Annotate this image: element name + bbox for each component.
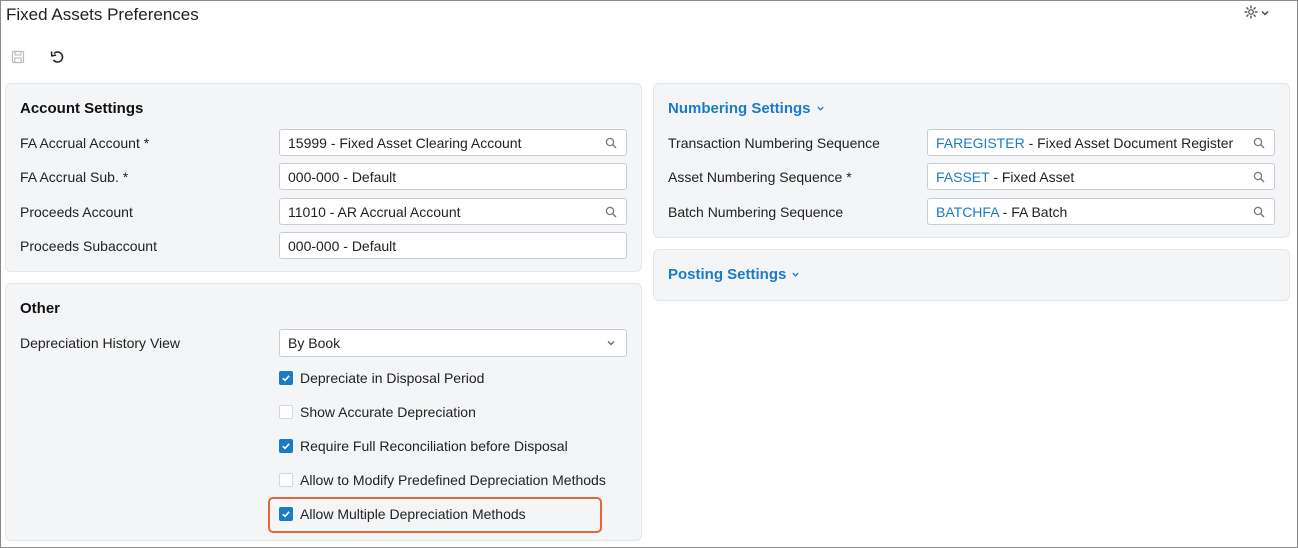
sequence-code-link[interactable]: BATCHFA bbox=[936, 204, 999, 220]
search-icon[interactable] bbox=[1252, 136, 1266, 150]
save-button[interactable] bbox=[7, 47, 29, 69]
show-accurate-depreciation-checkbox[interactable]: Show Accurate Depreciation bbox=[279, 404, 476, 420]
batch-numbering-sequence-field[interactable]: BATCHFA - FA Batch bbox=[927, 198, 1275, 225]
chevron-down-icon bbox=[1260, 5, 1270, 21]
proceeds-account-value: 11010 - AR Accrual Account bbox=[288, 203, 461, 220]
asset-numbering-sequence-label: Asset Numbering Sequence * bbox=[668, 169, 852, 185]
save-icon bbox=[11, 50, 25, 67]
depreciate-in-disposal-period-checkbox[interactable]: Depreciate in Disposal Period bbox=[279, 370, 484, 386]
batch-numbering-sequence-label: Batch Numbering Sequence bbox=[668, 204, 844, 220]
search-icon[interactable] bbox=[1252, 170, 1266, 184]
sequence-description: - Fixed Asset bbox=[989, 168, 1075, 185]
sequence-description: - FA Batch bbox=[998, 203, 1068, 220]
undo-button[interactable] bbox=[46, 47, 68, 69]
require-full-reconciliation-checkbox[interactable]: Require Full Reconciliation before Dispo… bbox=[279, 438, 568, 454]
chevron-down-icon bbox=[791, 266, 800, 283]
account-settings-title: Account Settings bbox=[20, 100, 144, 117]
depreciation-history-view-value: By Book bbox=[288, 335, 341, 351]
chevron-down-icon bbox=[604, 336, 618, 350]
proceeds-account-field[interactable]: 11010 - AR Accrual Account bbox=[279, 198, 627, 225]
fa-accrual-sub-label: FA Accrual Sub. * bbox=[20, 169, 129, 185]
checkbox-checked[interactable] bbox=[279, 371, 293, 385]
page-title: Fixed Assets Preferences bbox=[6, 5, 199, 24]
numbering-settings-toggle[interactable]: Numbering Settings bbox=[668, 100, 825, 117]
fa-accrual-sub-field[interactable]: 000-000 - Default bbox=[279, 163, 627, 190]
numbering-settings-title: Numbering Settings bbox=[668, 100, 811, 117]
search-icon[interactable] bbox=[1252, 205, 1266, 219]
depreciation-history-view-select[interactable]: By Book bbox=[279, 329, 627, 357]
transaction-numbering-sequence-field[interactable]: FAREGISTER - Fixed Asset Document Regist… bbox=[927, 129, 1275, 156]
sequence-description: - Fixed Asset Document Register bbox=[1024, 134, 1234, 151]
search-icon[interactable] bbox=[604, 136, 618, 150]
checkbox-label: Depreciate in Disposal Period bbox=[300, 370, 485, 386]
checkbox-label: Require Full Reconciliation before Dispo… bbox=[300, 438, 568, 454]
other-title: Other bbox=[20, 300, 61, 317]
gear-icon bbox=[1244, 4, 1258, 22]
allow-modify-predefined-methods-checkbox[interactable]: Allow to Modify Predefined Depreciation … bbox=[279, 472, 606, 488]
proceeds-subaccount-value: 000-000 - Default bbox=[288, 237, 397, 254]
undo-icon bbox=[50, 50, 65, 67]
checkbox-unchecked[interactable] bbox=[279, 473, 293, 487]
checkbox-label: Show Accurate Depreciation bbox=[300, 404, 476, 420]
asset-numbering-sequence-field[interactable]: FASSET - Fixed Asset bbox=[927, 163, 1275, 190]
sequence-code-link[interactable]: FAREGISTER bbox=[936, 135, 1025, 151]
settings-menu-button[interactable] bbox=[1244, 4, 1280, 22]
checkbox-checked[interactable] bbox=[279, 439, 293, 453]
proceeds-subaccount-label: Proceeds Subaccount bbox=[20, 238, 157, 254]
fa-accrual-sub-value: 000-000 - Default bbox=[288, 168, 397, 185]
fa-accrual-account-field[interactable]: 15999 - Fixed Asset Clearing Account bbox=[279, 129, 627, 156]
checkbox-label: Allow Multiple Depreciation Methods bbox=[300, 506, 526, 522]
checkbox-label: Allow to Modify Predefined Depreciation … bbox=[300, 472, 606, 488]
chevron-down-icon bbox=[816, 100, 825, 117]
fa-accrual-account-value: 15999 - Fixed Asset Clearing Account bbox=[288, 134, 522, 151]
transaction-numbering-sequence-label: Transaction Numbering Sequence bbox=[668, 135, 880, 151]
search-icon[interactable] bbox=[604, 205, 618, 219]
checkbox-checked[interactable] bbox=[279, 507, 293, 521]
checkbox-unchecked[interactable] bbox=[279, 405, 293, 419]
proceeds-subaccount-field[interactable]: 000-000 - Default bbox=[279, 232, 627, 259]
depreciation-history-view-label: Depreciation History View bbox=[20, 335, 181, 351]
allow-multiple-depreciation-methods-checkbox[interactable]: Allow Multiple Depreciation Methods bbox=[279, 506, 526, 522]
posting-settings-toggle[interactable]: Posting Settings bbox=[668, 266, 800, 283]
proceeds-account-label: Proceeds Account bbox=[20, 204, 133, 220]
posting-settings-title: Posting Settings bbox=[668, 266, 787, 283]
sequence-code-link[interactable]: FASSET bbox=[936, 169, 989, 185]
fa-accrual-account-label: FA Accrual Account * bbox=[20, 135, 150, 151]
